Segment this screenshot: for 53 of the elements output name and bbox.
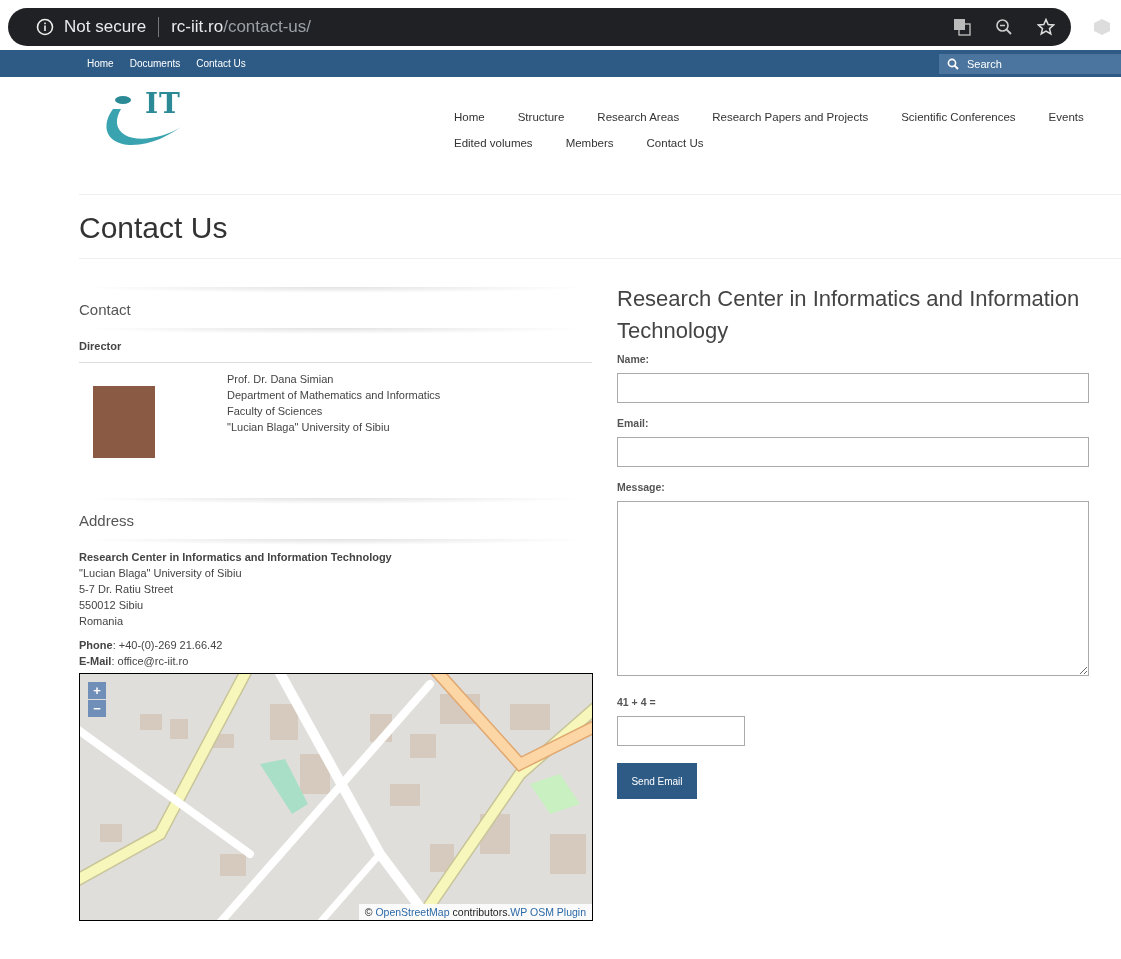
address-line: 5-7 Dr. Ratiu Street bbox=[79, 582, 175, 597]
form-title: Research Center in Informatics and Information Technology bbox=[617, 285, 1081, 345]
nav-link[interactable]: Home bbox=[454, 111, 485, 123]
address-bar[interactable]: Not secure rc-iit.ro/contact-us/ bbox=[8, 8, 1071, 46]
translate-icon[interactable] bbox=[953, 18, 971, 36]
map-drawing[interactable] bbox=[80, 674, 592, 920]
search-field[interactable]: Search bbox=[939, 53, 1121, 74]
star-icon[interactable] bbox=[1037, 18, 1055, 36]
field-label: 41 + 4 = bbox=[617, 696, 657, 708]
director-info-line: Faculty of Sciences bbox=[227, 404, 324, 419]
section-heading: Contact bbox=[79, 301, 132, 318]
input-field[interactable] bbox=[617, 373, 1089, 403]
nav-link[interactable]: Members bbox=[565, 137, 614, 149]
logo[interactable]: IT bbox=[99, 87, 209, 151]
address-line: Romania bbox=[79, 614, 125, 629]
extension-icon[interactable] bbox=[1093, 18, 1111, 36]
photo-placeholder bbox=[93, 386, 155, 458]
captcha-field[interactable] bbox=[617, 716, 745, 746]
top-link[interactable]: Home bbox=[87, 58, 114, 69]
contact-detail: Phone: +40-(0)-269 21.66.42 bbox=[79, 638, 224, 653]
director-label: Director bbox=[79, 334, 592, 363]
nav-link[interactable]: Contact Us bbox=[646, 137, 704, 149]
top-link[interactable]: Contact Us bbox=[196, 58, 246, 69]
info-icon bbox=[36, 18, 54, 36]
field-label: Message: bbox=[617, 481, 666, 493]
director-info-line: "Lucian Blaga" University of Sibiu bbox=[227, 420, 391, 435]
nav-link[interactable]: Research Areas bbox=[597, 111, 680, 123]
zoom-out-icon[interactable] bbox=[995, 18, 1013, 36]
nav-link[interactable]: Research Papers and Projects bbox=[712, 111, 869, 123]
field-label: Email: bbox=[617, 417, 650, 429]
field-label: Name: bbox=[617, 353, 651, 365]
address-line: 550012 Sibiu bbox=[79, 598, 145, 613]
attribution-text: contributors. bbox=[452, 906, 511, 918]
director-info-line: Prof. Dr. Dana Simian bbox=[227, 372, 335, 387]
url-text: rc-iit.ro/contact-us/ bbox=[171, 17, 312, 37]
security-label: Not secure bbox=[64, 17, 147, 37]
section-heading: Address bbox=[79, 512, 136, 529]
nav-link[interactable]: Scientific Conferences bbox=[901, 111, 1016, 123]
openstreetmap-link[interactable]: OpenStreetMap bbox=[375, 906, 450, 918]
page-title: Contact Us bbox=[79, 211, 229, 245]
top-link[interactable]: Documents bbox=[129, 58, 181, 69]
send-button[interactable]: Send Email bbox=[617, 763, 697, 799]
message-field[interactable] bbox=[617, 501, 1089, 676]
nav-link[interactable]: Events bbox=[1048, 111, 1084, 123]
contact-detail: E-Mail: office@rc-iit.ro bbox=[79, 654, 190, 669]
input-field[interactable] bbox=[617, 437, 1089, 467]
organization-name: Research Center in Informatics and Information Technology bbox=[79, 550, 393, 565]
director-info-line: Department of Mathematics and Informatics bbox=[227, 388, 441, 403]
address-line: "Lucian Blaga" University of Sibiu bbox=[79, 566, 243, 581]
plugin-link[interactable]: WP OSM Plugin bbox=[510, 906, 586, 918]
nav-link[interactable]: Structure bbox=[517, 111, 565, 123]
attribution-text: © bbox=[364, 906, 373, 918]
nav-link[interactable]: Edited volumes bbox=[454, 137, 533, 149]
